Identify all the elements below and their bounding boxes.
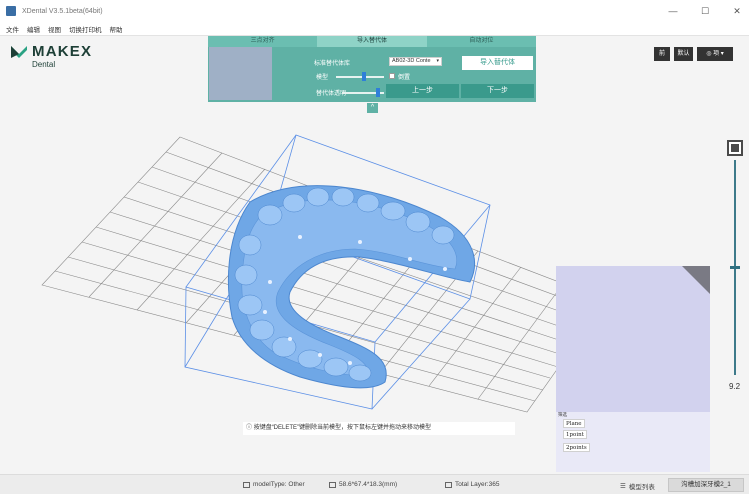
- menu-bar: 文件 编辑 视图 切换打印机 帮助: [0, 22, 749, 36]
- dimensions-icon: [329, 481, 336, 488]
- step-auto-align[interactable]: 自动对位: [426, 36, 536, 47]
- info-icon: ⓘ: [246, 425, 253, 431]
- maximize-button[interactable]: ☐: [699, 6, 711, 16]
- flip-checkbox[interactable]: [389, 73, 395, 79]
- layers-icon: [445, 481, 452, 488]
- model-type-text: modelType: Other: [253, 481, 305, 488]
- makex-logo: MAKEX Dental: [11, 44, 92, 70]
- standard-library-label: 标准替代体库: [314, 61, 351, 67]
- default-view-button[interactable]: 默认: [674, 47, 693, 61]
- layer-slider-value: 9.2: [729, 382, 741, 391]
- hint-bar: ⓘ 按键盘“DELETE”键删除当前模型，按下鼠标左键并拖动来移动模型: [243, 422, 515, 435]
- option-2points[interactable]: 2points: [563, 443, 590, 452]
- logo-brand: MAKEX: [32, 43, 93, 60]
- logo-sub: Dental: [32, 60, 56, 69]
- model-opacity-track[interactable]: [336, 76, 384, 78]
- title-bar: XDental V3.5.1beta(64bit) — ☐ ✕: [0, 0, 749, 22]
- menu-file[interactable]: 文件: [6, 24, 19, 34]
- list-icon: ☰: [620, 483, 626, 490]
- dental-model[interactable]: [227, 185, 476, 389]
- flip-label: 倒置: [398, 75, 411, 81]
- model-type-icon: [243, 481, 250, 488]
- import-analog-button[interactable]: 导入替代体: [462, 56, 533, 70]
- analog-opacity-thumb[interactable]: [376, 88, 380, 97]
- wizard-steps: 三点对齐 导入替代体 自动对位: [208, 36, 536, 47]
- hint-text: 按键盘“DELETE”键删除当前模型，按下鼠标左键并拖动来移动模型: [253, 425, 432, 431]
- next-step-button[interactable]: 下一步: [461, 84, 534, 98]
- visibility-dropdown[interactable]: ◎ 项 ▾: [697, 47, 733, 61]
- collapse-wizard-button[interactable]: ^: [367, 103, 378, 113]
- app-icon: [6, 6, 16, 16]
- status-layers: Total Layer:365: [445, 481, 499, 488]
- menu-switch-printer[interactable]: 切换打印机: [69, 24, 102, 34]
- standard-library-select[interactable]: AB02-3D Conte ▾: [389, 57, 442, 66]
- side-panel-tag: 筛选: [558, 413, 567, 418]
- window-title: XDental V3.5.1beta(64bit): [22, 7, 103, 15]
- groove-deepen-button[interactable]: 沟槽加深牙模2_1: [668, 478, 744, 492]
- front-view-button[interactable]: 前: [654, 47, 670, 61]
- status-bar: modelType: Other 58.6*67.4*18.3(mm) Tota…: [0, 474, 749, 494]
- prev-step-button[interactable]: 上一步: [386, 84, 459, 98]
- layers-text: Total Layer:365: [455, 481, 500, 488]
- minimize-button[interactable]: —: [667, 6, 679, 16]
- model-list-button[interactable]: ☰ 模型列表: [620, 481, 655, 491]
- option-1point[interactable]: 1point: [563, 430, 587, 439]
- model-opacity-label: 模型: [316, 75, 329, 81]
- makex-logo-mark-icon: [11, 44, 27, 60]
- standard-library-value: AB02-3D Conte: [392, 58, 431, 64]
- layer-slider-thumb[interactable]: [730, 266, 740, 269]
- menu-help[interactable]: 帮助: [110, 24, 123, 34]
- option-plane[interactable]: Plane: [563, 419, 585, 428]
- status-model-type: modelType: Other: [243, 481, 305, 488]
- menu-view[interactable]: 视图: [48, 24, 61, 34]
- chevron-down-icon: ▾: [436, 58, 439, 64]
- layer-view-toggle-icon[interactable]: [727, 140, 743, 156]
- menu-edit[interactable]: 编辑: [27, 24, 40, 34]
- step-import-analog[interactable]: 导入替代体: [317, 36, 427, 47]
- model-list-label: 模型列表: [628, 484, 655, 491]
- step-three-point-align[interactable]: 三点对齐: [208, 36, 318, 47]
- wizard-preview: [209, 47, 272, 100]
- close-button[interactable]: ✕: [731, 6, 743, 16]
- status-dimensions: 58.6*67.4*18.3(mm): [329, 481, 397, 488]
- wizard-panel: 三点对齐 导入替代体 自动对位 标准替代体库 AB02-3D Conte ▾ 导…: [208, 36, 536, 102]
- dimensions-text: 58.6*67.4*18.3(mm): [339, 481, 398, 488]
- panel-corner-icon: [682, 266, 710, 294]
- model-opacity-thumb[interactable]: [362, 72, 366, 81]
